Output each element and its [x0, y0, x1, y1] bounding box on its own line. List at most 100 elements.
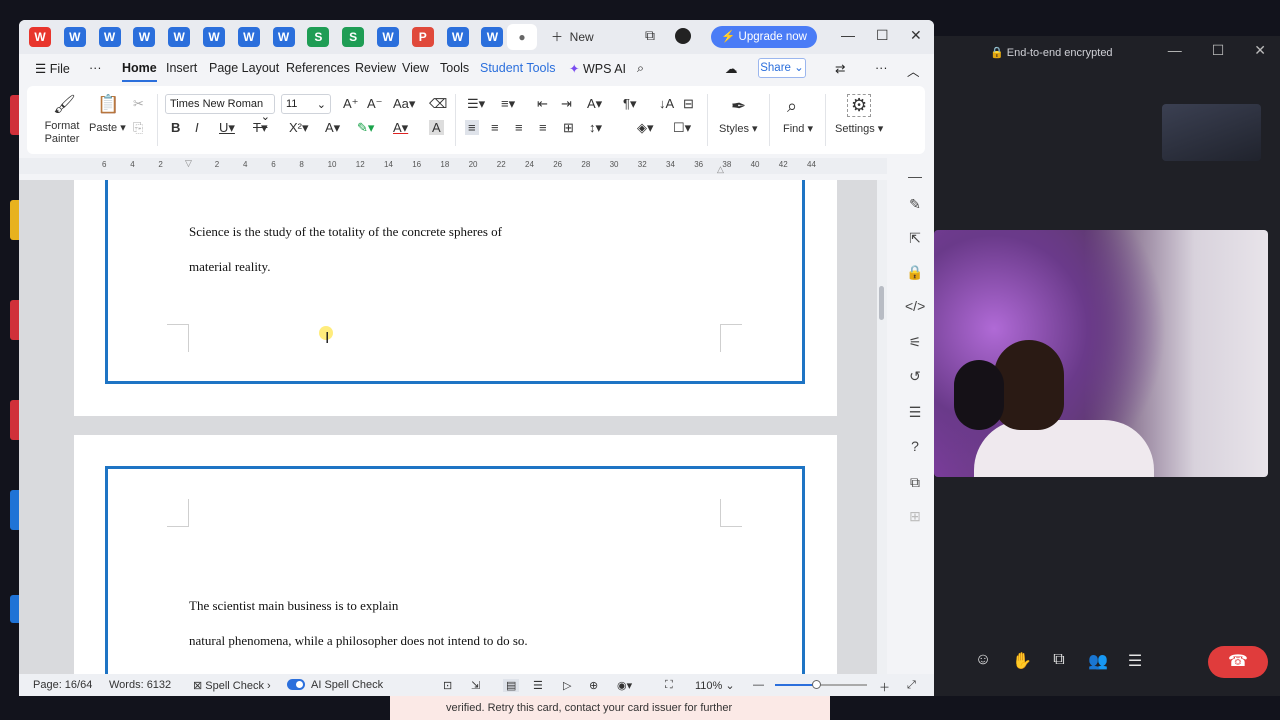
participants-icon[interactable]: 👥: [1088, 651, 1108, 671]
wps-logo-icon[interactable]: W: [29, 27, 51, 47]
tab-student-tools[interactable]: Student Tools: [480, 61, 556, 75]
self-view-video[interactable]: [1162, 104, 1261, 161]
tab-insert[interactable]: Insert: [166, 61, 197, 75]
styles-button[interactable]: Styles ▾: [719, 122, 758, 135]
paste-icon[interactable]: 📋: [97, 94, 119, 115]
document-tab-pdf[interactable]: P: [411, 27, 434, 47]
cut-icon[interactable]: ✂: [133, 96, 144, 112]
read-mode-icon[interactable]: ⊡: [443, 679, 452, 692]
search-icon[interactable]: ⌕: [637, 61, 644, 76]
superscript-icon[interactable]: X²▾: [289, 120, 309, 136]
text-effects-icon[interactable]: A▾: [325, 120, 340, 136]
maximize-icon[interactable]: ☐: [876, 27, 889, 44]
file-menu[interactable]: ☰ File: [35, 61, 70, 76]
font-color-icon[interactable]: A▾: [393, 120, 408, 136]
outline-view-icon[interactable]: ☰: [533, 679, 543, 692]
document-tab-sheet[interactable]: S: [342, 27, 365, 47]
paragraph-line[interactable]: natural phenomena, while a philosopher d…: [189, 633, 528, 649]
document-tab-word[interactable]: W: [272, 27, 295, 47]
pen-icon[interactable]: ✎: [905, 196, 925, 213]
align-center-icon[interactable]: ≡: [491, 120, 499, 135]
collapse-ribbon-icon[interactable]: ︿: [907, 61, 920, 80]
active-document-tab[interactable]: ●: [507, 24, 537, 50]
tab-home[interactable]: Home: [122, 61, 157, 82]
tab-tools[interactable]: Tools: [440, 61, 469, 75]
paste-button[interactable]: Paste ▾: [89, 121, 126, 134]
reactions-icon[interactable]: ☺: [974, 651, 992, 671]
format-painter-icon[interactable]: 🖌: [53, 94, 76, 115]
italic-icon[interactable]: I: [195, 120, 199, 135]
outline-icon[interactable]: ☰: [905, 404, 925, 421]
find-icon[interactable]: ⌕: [787, 96, 797, 117]
increase-font-icon[interactable]: A⁺: [343, 96, 359, 112]
paragraph-line[interactable]: Science is the study of the totality of …: [189, 224, 502, 240]
document-tab-word[interactable]: W: [168, 27, 191, 47]
apps-icon[interactable]: ⊞: [905, 508, 925, 525]
tab-stops-icon[interactable]: ⊟: [683, 96, 694, 112]
more-options-icon[interactable]: ···: [875, 61, 888, 75]
settings-button[interactable]: Settings ▾: [835, 122, 883, 135]
raise-hand-icon[interactable]: ✋: [1012, 651, 1032, 671]
close-icon[interactable]: ✕: [910, 27, 922, 44]
word-count[interactable]: Words: 6132: [109, 679, 171, 691]
chinese-layout-icon[interactable]: A▾: [587, 96, 602, 112]
web-layout-icon[interactable]: ⇲: [471, 679, 480, 692]
increase-indent-icon[interactable]: ⇥: [561, 96, 572, 112]
cloud-sync-icon[interactable]: ☁: [725, 61, 738, 76]
help-icon[interactable]: ?: [905, 438, 925, 454]
tab-review[interactable]: Review: [355, 61, 396, 75]
zoom-level[interactable]: 110% ⌄: [695, 679, 735, 692]
document-tab-word[interactable]: W: [98, 27, 121, 47]
sort-icon[interactable]: ↓A: [659, 96, 674, 111]
lock-icon[interactable]: 🔒: [905, 264, 925, 281]
page-count[interactable]: Page: 16/64: [33, 679, 92, 691]
justify-icon[interactable]: ≡: [539, 120, 547, 135]
borders-icon[interactable]: ☐▾: [673, 120, 691, 136]
indent-marker-icon[interactable]: ▽: [185, 158, 192, 169]
change-case-icon[interactable]: Aa▾: [393, 96, 415, 112]
font-size-select[interactable]: 11 ⌄: [281, 94, 331, 114]
more-icon[interactable]: ···: [89, 61, 102, 75]
tab-view[interactable]: View: [402, 61, 429, 75]
character-shading-icon[interactable]: A: [429, 120, 444, 135]
upgrade-button[interactable]: ⚡ Upgrade now: [711, 26, 817, 48]
format-painter-button[interactable]: Format Painter: [39, 120, 85, 146]
eye-protection-icon[interactable]: ◉▾: [617, 679, 632, 692]
document-tab-word[interactable]: W: [237, 27, 260, 47]
minimize-icon[interactable]: —: [841, 27, 855, 43]
minimize-icon[interactable]: —: [1168, 42, 1182, 59]
history-icon[interactable]: ↺: [905, 368, 925, 385]
select-icon[interactable]: ⇱: [905, 230, 925, 247]
paragraph-line[interactable]: material reality.: [189, 259, 270, 275]
document-canvas[interactable]: Science is the study of the totality of …: [19, 180, 879, 674]
zoom-out-icon[interactable]: —: [753, 679, 764, 691]
hang-up-button[interactable]: ☎: [1208, 646, 1268, 678]
fullscreen-icon[interactable]: ⤢: [907, 679, 916, 692]
code-icon[interactable]: </>: [905, 298, 925, 314]
align-left-icon[interactable]: ≡: [465, 120, 479, 135]
right-indent-marker-icon[interactable]: △: [717, 164, 724, 175]
line-spacing-icon[interactable]: ↕▾: [589, 120, 602, 136]
decrease-font-icon[interactable]: A⁻: [367, 96, 383, 112]
ai-spell-check-toggle[interactable]: [287, 679, 305, 690]
restore-tabs-icon[interactable]: ⧉: [645, 27, 655, 44]
document-tab-word[interactable]: W: [133, 27, 156, 47]
zoom-slider-handle[interactable]: [812, 680, 822, 689]
shading-icon[interactable]: ◈▾: [637, 120, 654, 136]
document-tab-word[interactable]: W: [481, 27, 504, 47]
layout-toggle-icon[interactable]: ⇄: [835, 61, 845, 76]
document-page[interactable]: Science is the study of the totality of …: [74, 180, 837, 416]
vertical-scrollbar[interactable]: [877, 180, 887, 674]
web-icon[interactable]: ⊕: [589, 679, 598, 692]
zoom-in-icon[interactable]: ＋: [879, 679, 890, 695]
document-tab-word[interactable]: W: [377, 27, 399, 47]
document-tab-sheet[interactable]: S: [307, 27, 330, 47]
document-tab-word[interactable]: W: [446, 27, 469, 47]
distribute-icon[interactable]: ⊞: [563, 120, 574, 136]
align-right-icon[interactable]: ≡: [515, 120, 523, 135]
highlight-icon[interactable]: ✎▾: [357, 120, 374, 136]
settings-icon[interactable]: ⚙: [847, 94, 872, 117]
page-view-icon[interactable]: ▤: [503, 679, 520, 692]
document-tab-word[interactable]: W: [63, 27, 86, 47]
close-icon[interactable]: ✕: [1254, 42, 1266, 59]
